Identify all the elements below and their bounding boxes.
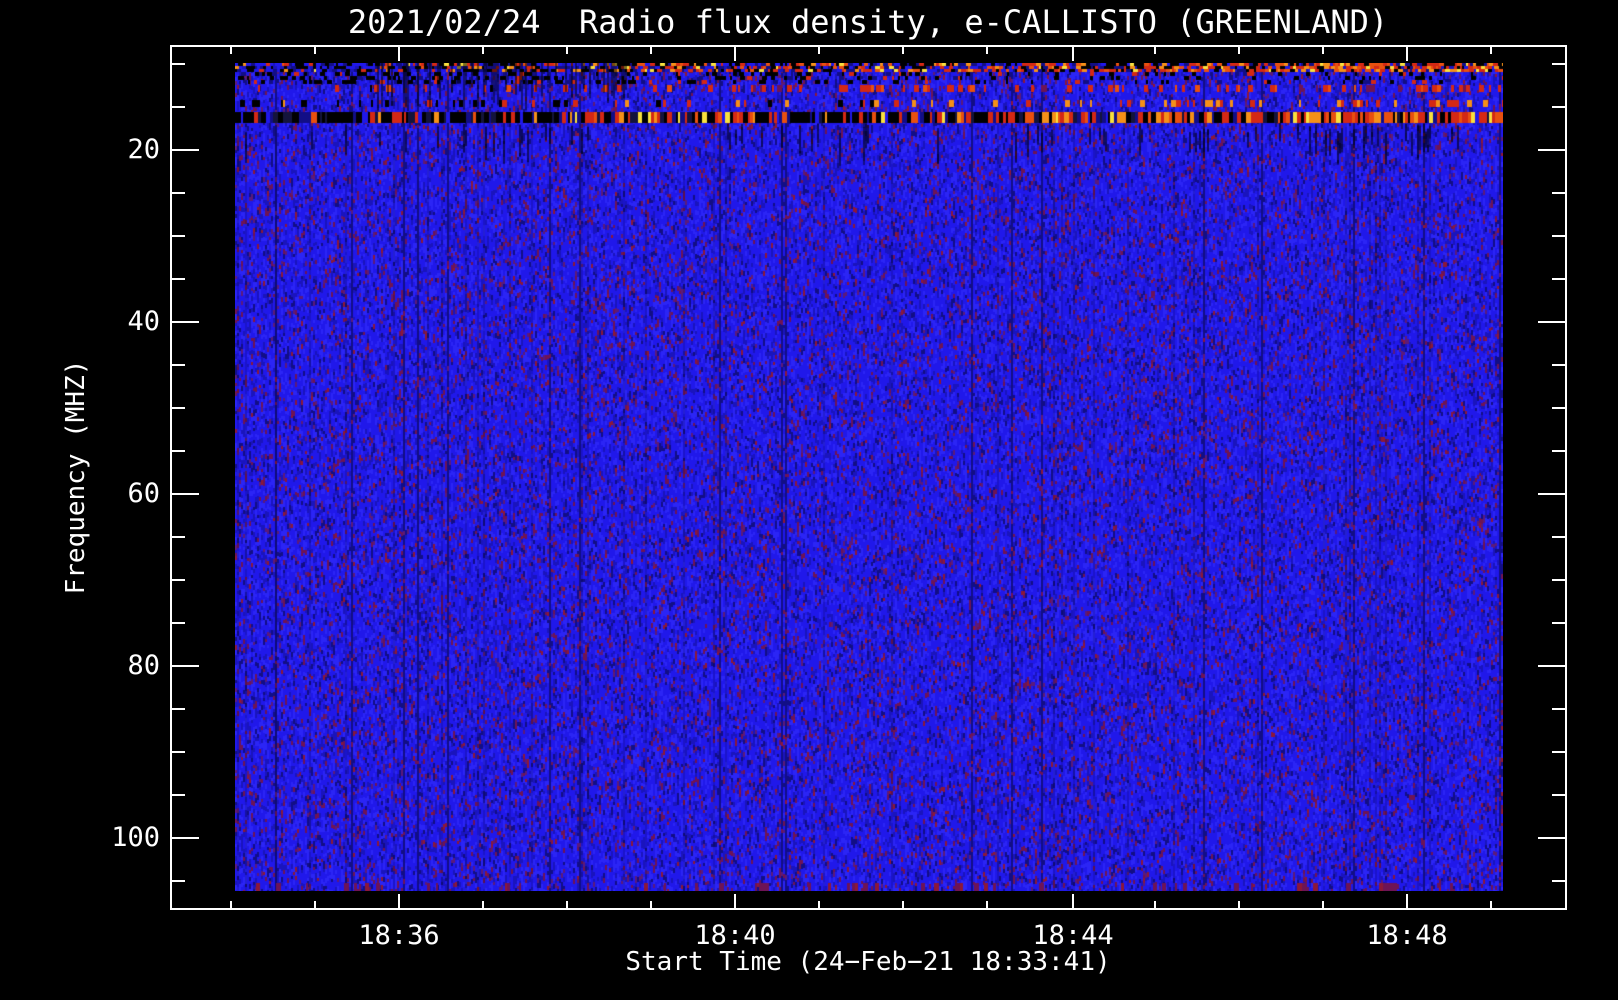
axis-tick bbox=[172, 536, 185, 538]
axis-tick bbox=[818, 901, 820, 908]
axis-tick bbox=[314, 47, 316, 54]
axis-tick bbox=[172, 192, 185, 194]
axis-tick bbox=[1552, 751, 1565, 753]
axis-tick bbox=[172, 149, 199, 151]
axis-tick bbox=[734, 894, 736, 908]
axis-tick bbox=[1490, 901, 1492, 908]
axis-tick bbox=[650, 901, 652, 908]
axis-tick bbox=[482, 47, 484, 54]
y-tick-label: 40 bbox=[127, 306, 160, 337]
axis-tick bbox=[172, 622, 185, 624]
axis-tick bbox=[734, 47, 736, 61]
axis-tick bbox=[1552, 622, 1565, 624]
axis-tick bbox=[1552, 192, 1565, 194]
y-axis-title: Frequency (MHZ) bbox=[61, 359, 91, 595]
axis-tick bbox=[1552, 536, 1565, 538]
axis-tick bbox=[1538, 493, 1565, 495]
axis-tick bbox=[1552, 579, 1565, 581]
axis-tick bbox=[398, 47, 400, 61]
axis-tick bbox=[398, 894, 400, 908]
axis-tick bbox=[1154, 47, 1156, 54]
axis-tick bbox=[172, 321, 199, 323]
axis-tick bbox=[172, 751, 185, 753]
axis-tick bbox=[1552, 708, 1565, 710]
axis-tick bbox=[1154, 901, 1156, 908]
axis-tick bbox=[1538, 149, 1565, 151]
axis-tick bbox=[172, 106, 185, 108]
axis-tick bbox=[172, 235, 185, 237]
axis-tick bbox=[172, 63, 185, 65]
axis-tick bbox=[1552, 794, 1565, 796]
axis-tick bbox=[1552, 235, 1565, 237]
axis-tick bbox=[172, 493, 199, 495]
axis-tick bbox=[1552, 278, 1565, 280]
axis-tick bbox=[1552, 407, 1565, 409]
axis-tick bbox=[230, 47, 232, 54]
axis-tick bbox=[172, 450, 185, 452]
chart-title: 2021/02/24 Radio flux density, e-CALLIST… bbox=[347, 3, 1389, 41]
axis-tick bbox=[1322, 901, 1324, 908]
axis-tick bbox=[172, 407, 185, 409]
axis-tick bbox=[566, 901, 568, 908]
y-tick-label: 80 bbox=[127, 650, 160, 681]
axis-tick bbox=[1072, 47, 1074, 61]
axis-tick bbox=[172, 837, 199, 839]
axis-tick bbox=[172, 665, 199, 667]
axis-tick bbox=[172, 880, 185, 882]
axis-tick bbox=[1238, 901, 1240, 908]
x-axis-title: Start Time (24−Feb−21 18:33:41) bbox=[625, 947, 1111, 977]
axis-tick bbox=[1552, 880, 1565, 882]
axis-tick bbox=[482, 901, 484, 908]
axis-tick bbox=[1538, 321, 1565, 323]
axis-tick bbox=[172, 794, 185, 796]
axis-tick bbox=[230, 901, 232, 908]
axis-tick bbox=[818, 47, 820, 54]
axis-tick bbox=[1322, 47, 1324, 54]
axis-tick bbox=[172, 708, 185, 710]
x-tick-label: 18:36 bbox=[358, 920, 440, 951]
axis-tick bbox=[1406, 47, 1408, 61]
axis-tick bbox=[566, 47, 568, 54]
axis-tick bbox=[986, 901, 988, 908]
axis-tick bbox=[1552, 450, 1565, 452]
spectrogram-image bbox=[235, 63, 1503, 891]
axis-tick bbox=[650, 47, 652, 54]
axis-tick bbox=[986, 47, 988, 54]
axis-tick bbox=[1072, 894, 1074, 908]
axis-tick bbox=[1552, 364, 1565, 366]
axis-tick bbox=[1406, 894, 1408, 908]
axis-tick bbox=[1552, 63, 1565, 65]
y-tick-label: 20 bbox=[127, 134, 160, 165]
axis-tick bbox=[902, 901, 904, 908]
axis-tick bbox=[1238, 47, 1240, 54]
axis-tick bbox=[1538, 837, 1565, 839]
axis-tick bbox=[172, 278, 185, 280]
axis-tick bbox=[1552, 106, 1565, 108]
axis-tick bbox=[1538, 665, 1565, 667]
y-tick-label: 100 bbox=[111, 822, 160, 853]
spectrogram-page: 2021/02/24 Radio flux density, e-CALLIST… bbox=[0, 0, 1618, 1000]
x-tick-label: 18:48 bbox=[1366, 920, 1448, 951]
axis-tick bbox=[172, 364, 185, 366]
axis-tick bbox=[1490, 47, 1492, 54]
axis-tick bbox=[314, 901, 316, 908]
axis-tick bbox=[172, 579, 185, 581]
axis-tick bbox=[902, 47, 904, 54]
y-tick-label: 60 bbox=[127, 478, 160, 509]
